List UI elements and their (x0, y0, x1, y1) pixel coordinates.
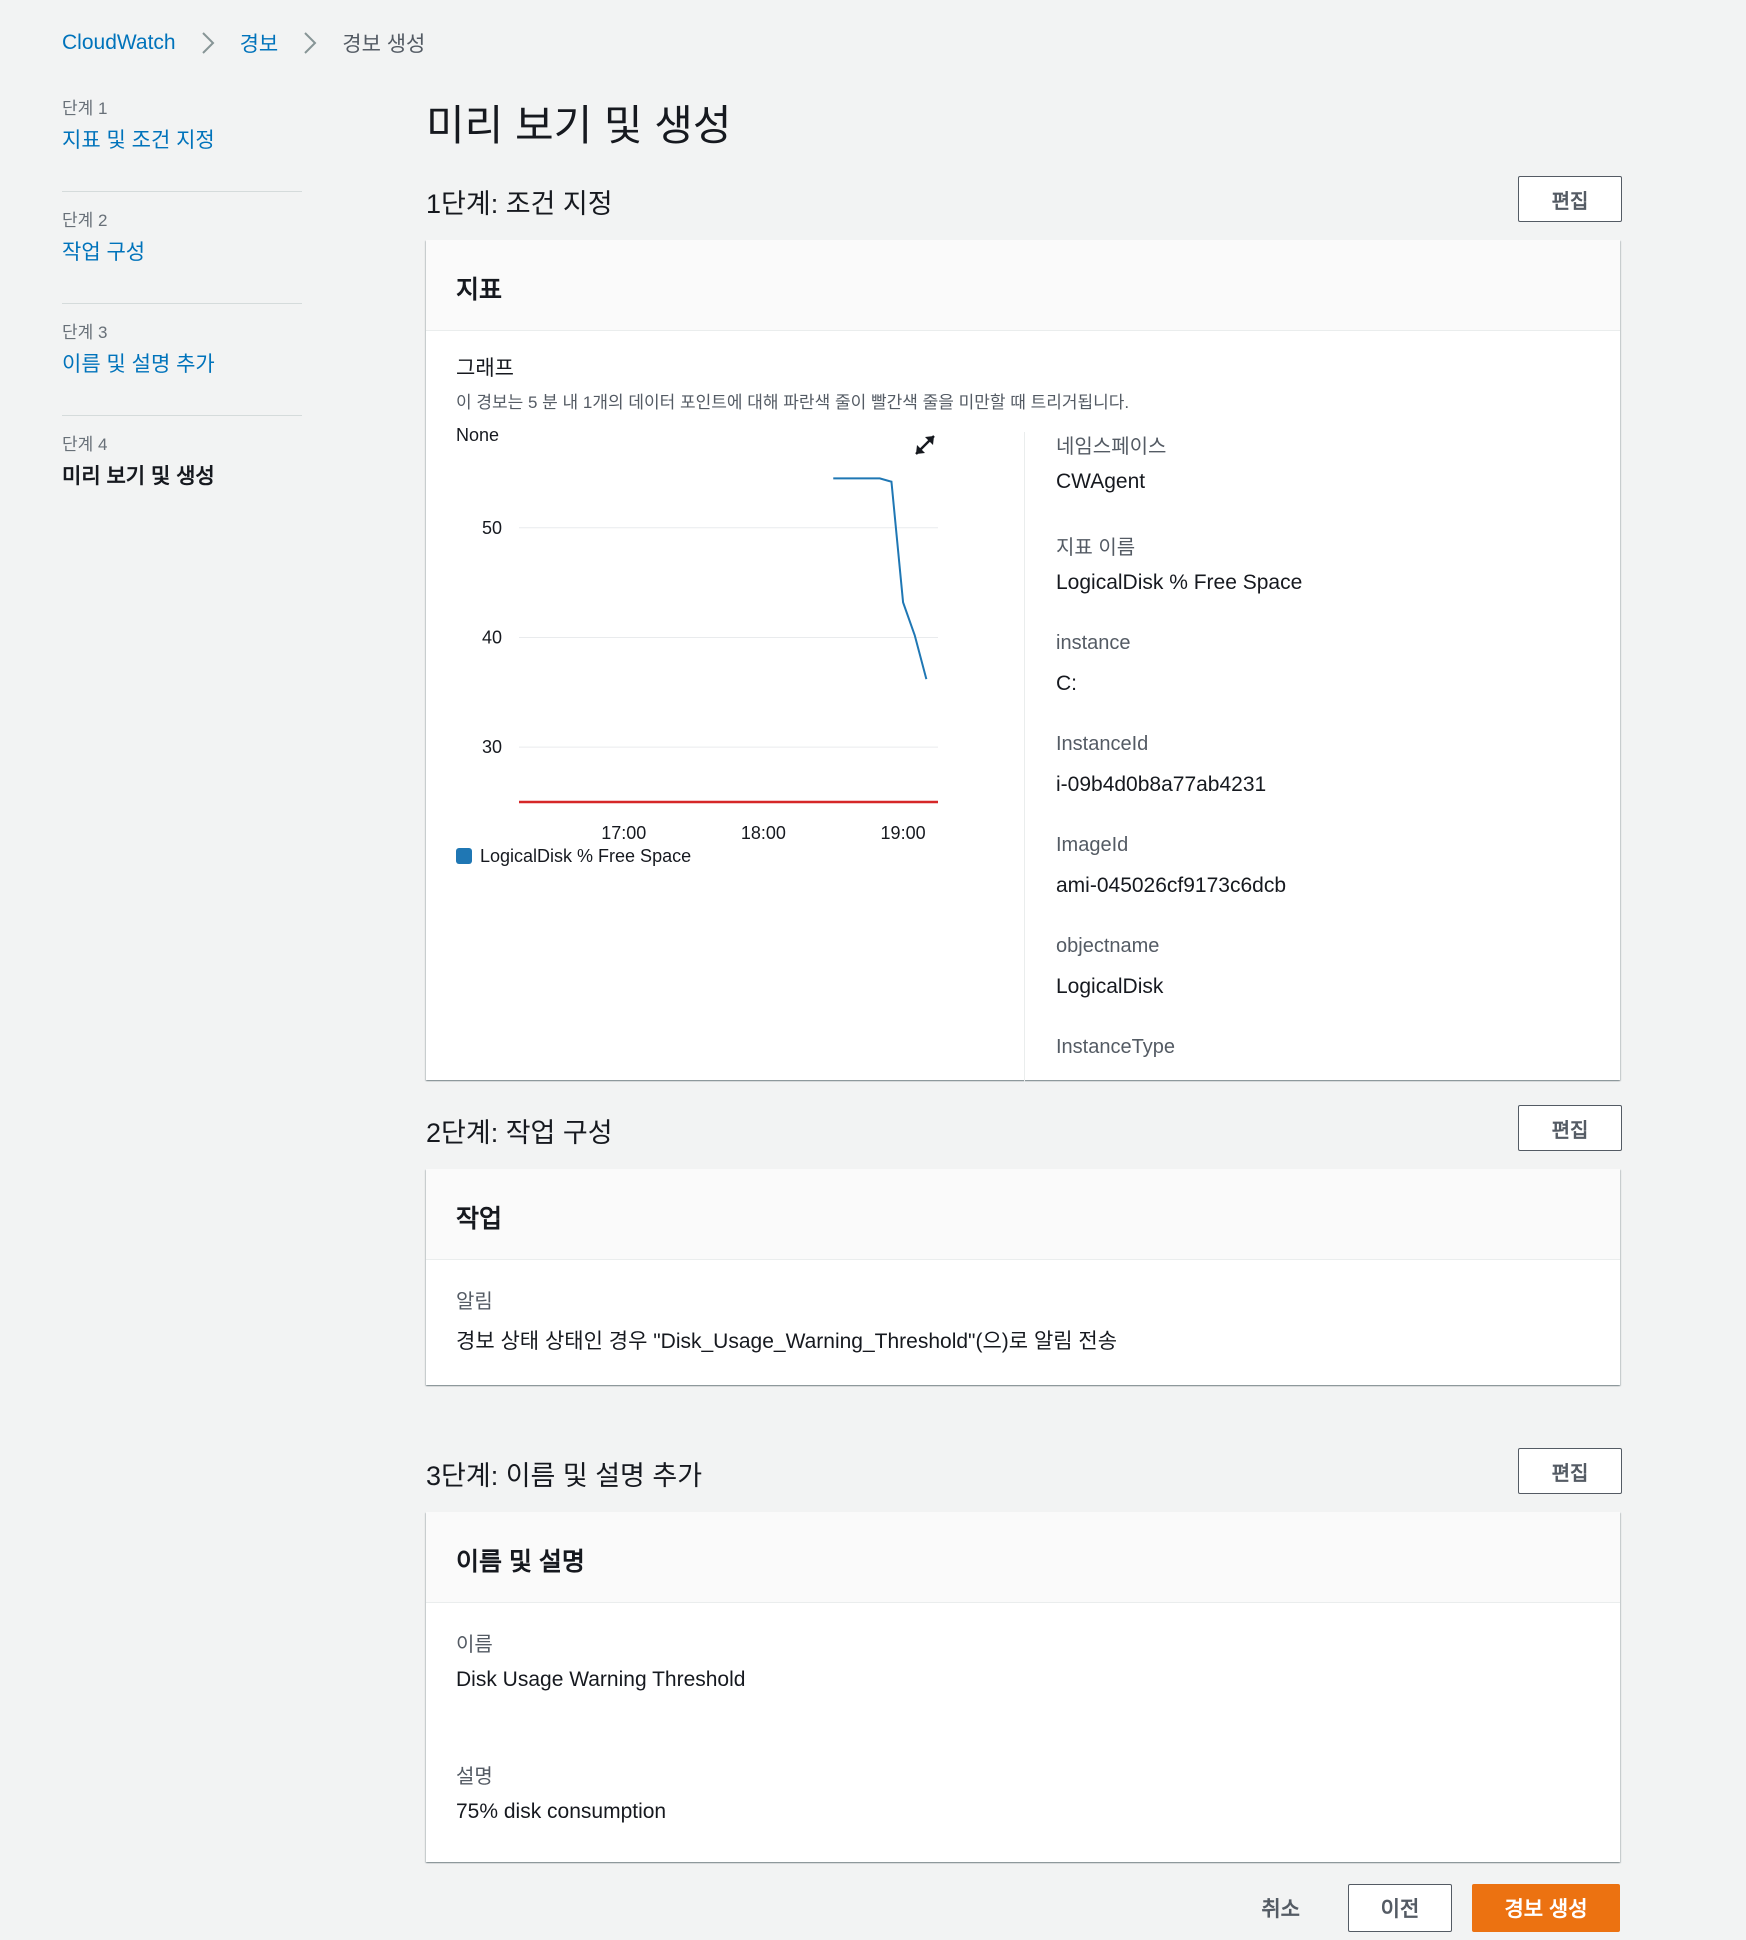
breadcrumb: CloudWatch 경보 경보 생성 (62, 28, 425, 58)
card-header: 지표 (426, 240, 1620, 331)
line-chart-svg: None 30 40 50 17:00 18:00 19:00 LogicalDisk … (456, 425, 938, 866)
previous-button[interactable]: 이전 (1348, 1884, 1452, 1932)
detail-label: objectname (1056, 935, 1160, 957)
wizard-footer: 취소 이전 경보 생성 (1261, 1884, 1620, 1932)
y-tick-label: 40 (482, 627, 502, 647)
wizard-step-3: 단계 3 이름 및 설명 추가 (62, 316, 302, 428)
name-label: 이름 (456, 1634, 493, 1656)
metric-detail-namespace: 네임스페이스 CWAgent (1056, 430, 1576, 531)
legend-swatch (456, 848, 472, 864)
metric-detail-objectname: objectname LogicalDisk (1056, 935, 1576, 1036)
name-description-card: 이름 및 설명 이름 Disk Usage Warning Threshold … (426, 1512, 1620, 1862)
step-link-configure-actions[interactable]: 작업 구성 (62, 236, 145, 266)
series-line (833, 477, 928, 680)
section-1-header: 1단계: 조건 지정 편집 (426, 176, 1622, 224)
detail-value: LogicalDisk (1056, 975, 1164, 998)
cancel-button[interactable]: 취소 (1261, 1893, 1300, 1923)
create-alarm-button[interactable]: 경보 생성 (1472, 1884, 1620, 1932)
step-number: 단계 3 (62, 323, 108, 342)
section-1-title: 1단계: 조건 지정 (426, 189, 613, 219)
page-title: 미리 보기 및 생성 (426, 102, 732, 149)
wizard-steps-nav: 단계 1 지표 및 조건 지정 단계 2 작업 구성 단계 3 이름 및 설명 … (62, 92, 302, 540)
graph-description: 이 경보는 5 분 내 1개의 데이터 포인트에 대해 파란색 줄이 빨간색 줄… (456, 393, 1130, 412)
metric-detail-metric-name: 지표 이름 LogicalDisk % Free Space (1056, 531, 1576, 632)
breadcrumb-current: 경보 생성 (342, 33, 426, 56)
edit-step-3-button[interactable]: 편집 (1518, 1448, 1622, 1494)
graph-block: 그래프 이 경보는 5 분 내 1개의 데이터 포인트에 대해 파란색 줄이 빨… (456, 352, 1606, 413)
step-link-name-description[interactable]: 이름 및 설명 추가 (62, 348, 215, 378)
detail-value: ami-045026cf9173c6dcb (1056, 874, 1286, 897)
section-3-header: 3단계: 이름 및 설명 추가 편집 (426, 1448, 1622, 1496)
y-axis-label: None (456, 425, 499, 445)
notification-label: 알림 (456, 1291, 493, 1313)
section-2-title: 2단계: 작업 구성 (426, 1118, 613, 1148)
step-link-metric-condition[interactable]: 지표 및 조건 지정 (62, 124, 215, 154)
edit-step-1-button[interactable]: 편집 (1518, 176, 1622, 222)
x-tick-label: 17:00 (601, 823, 646, 843)
notification-value: 경보 상태 상태인 경우 "Disk_Usage_Warning_Thresho… (456, 1330, 1118, 1353)
detail-label: ImageId (1056, 834, 1129, 856)
edit-step-2-button[interactable]: 편집 (1518, 1105, 1622, 1151)
metric-details: 네임스페이스 CWAgent 지표 이름 LogicalDisk % Free … (1056, 430, 1576, 1137)
metric-detail-instance-id: InstanceId i-09b4d0b8a77ab4231 (1056, 733, 1576, 834)
detail-label: 네임스페이스 (1056, 436, 1167, 458)
breadcrumb-alarms-link[interactable]: 경보 (240, 28, 279, 58)
name-value: Disk Usage Warning Threshold (456, 1668, 746, 1691)
section-3-title: 3단계: 이름 및 설명 추가 (426, 1461, 703, 1491)
column-divider (1024, 432, 1025, 1082)
x-tick-label: 18:00 (741, 823, 786, 843)
x-tick-label: 19:00 (881, 823, 926, 843)
detail-value: C: (1056, 672, 1077, 695)
metric-detail-instance: instance C: (1056, 632, 1576, 733)
description-label: 설명 (456, 1766, 493, 1788)
metric-card: 지표 그래프 이 경보는 5 분 내 1개의 데이터 포인트에 대해 파란색 줄… (426, 240, 1620, 1082)
chevron-right-icon (290, 29, 330, 57)
detail-value: CWAgent (1056, 470, 1146, 493)
y-tick-label: 50 (482, 518, 502, 538)
card-title: 작업 (456, 1205, 503, 1233)
chart-legend: LogicalDisk % Free Space (456, 846, 691, 866)
metric-chart: None 30 40 50 17:00 18:00 19:00 LogicalDisk … (456, 420, 976, 980)
expand-icon[interactable] (912, 432, 938, 458)
graph-title: 그래프 (456, 357, 514, 380)
detail-label: instance (1056, 632, 1131, 654)
detail-value: LogicalDisk % Free Space (1056, 571, 1303, 594)
y-tick-label: 30 (482, 737, 502, 757)
wizard-step-4: 단계 4 미리 보기 및 생성 (62, 428, 302, 540)
metric-detail-image-id: ImageId ami-045026cf9173c6dcb (1056, 834, 1576, 935)
section-2-header: 2단계: 작업 구성 편집 (426, 1105, 1622, 1153)
divider (62, 303, 302, 304)
wizard-step-1: 단계 1 지표 및 조건 지정 (62, 92, 302, 204)
card-title: 이름 및 설명 (456, 1548, 585, 1576)
chevron-right-icon (188, 29, 228, 57)
detail-label: InstanceId (1056, 733, 1149, 755)
divider (62, 415, 302, 416)
description-value: 75% disk consumption (456, 1800, 667, 1823)
step-number: 단계 2 (62, 211, 108, 230)
legend-label: LogicalDisk % Free Space (480, 846, 691, 866)
actions-card: 작업 알림 경보 상태 상태인 경우 "Disk_Usage_Warning_T… (426, 1169, 1620, 1385)
detail-label: 지표 이름 (1056, 537, 1136, 559)
detail-label: InstanceType (1056, 1036, 1175, 1058)
step-current-preview-create: 미리 보기 및 생성 (62, 465, 215, 488)
breadcrumb-cloudwatch-link[interactable]: CloudWatch (62, 31, 176, 55)
card-title: 지표 (456, 276, 503, 304)
step-number: 단계 4 (62, 435, 108, 454)
card-header: 이름 및 설명 (426, 1512, 1620, 1603)
divider (62, 191, 302, 192)
wizard-step-2: 단계 2 작업 구성 (62, 204, 302, 316)
card-header: 작업 (426, 1169, 1620, 1260)
step-number: 단계 1 (62, 99, 108, 118)
detail-value: i-09b4d0b8a77ab4231 (1056, 773, 1267, 796)
